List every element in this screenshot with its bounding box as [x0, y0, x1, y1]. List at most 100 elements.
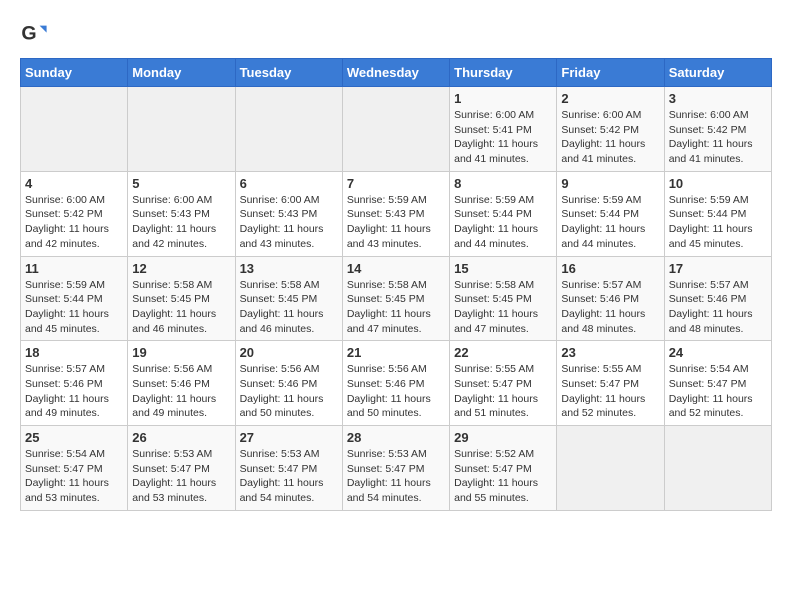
calendar-cell: 26Sunrise: 5:53 AM Sunset: 5:47 PM Dayli… — [128, 426, 235, 511]
calendar-cell: 7 Sunrise: 5:59 AM Sunset: 5:43 PM Daylig… — [342, 171, 449, 256]
day-number: 25 — [25, 430, 123, 445]
day-info: Sunrise: 6:00 AM Sunset: 5:43 PM Dayligh… — [240, 193, 338, 252]
calendar-cell: 16Sunrise: 5:57 AM Sunset: 5:46 PM Dayli… — [557, 256, 664, 341]
header: G — [20, 20, 772, 48]
calendar-cell — [664, 426, 771, 511]
day-info: Sunrise: 5:58 AM Sunset: 5:45 PM Dayligh… — [240, 278, 338, 337]
calendar-week-4: 18 Sunrise: 5:57 AM Sunset: 5:46 PM Dayli… — [21, 341, 772, 426]
calendar-cell: 6 Sunrise: 6:00 AM Sunset: 5:43 PM Daylig… — [235, 171, 342, 256]
day-info: Sunrise: 5:56 AM Sunset: 5:46 PM Dayligh… — [240, 362, 338, 421]
calendar-cell: 14 Sunrise: 5:58 AM Sunset: 5:45 PM Dayli… — [342, 256, 449, 341]
calendar-cell: 22Sunrise: 5:55 AM Sunset: 5:47 PM Dayli… — [450, 341, 557, 426]
logo-icon: G — [20, 20, 48, 48]
day-info: Sunrise: 5:58 AM Sunset: 5:45 PM Dayligh… — [132, 278, 230, 337]
day-info: Sunrise: 5:52 AM Sunset: 5:47 PM Dayligh… — [454, 447, 552, 506]
svg-text:G: G — [21, 23, 36, 45]
calendar-week-5: 25 Sunrise: 5:54 AM Sunset: 5:47 PM Dayli… — [21, 426, 772, 511]
weekday-header-saturday: Saturday — [664, 59, 771, 87]
day-number: 6 — [240, 176, 338, 191]
day-number: 19 — [132, 345, 230, 360]
day-number: 5 — [132, 176, 230, 191]
calendar-cell: 11Sunrise: 5:59 AM Sunset: 5:44 PM Dayli… — [21, 256, 128, 341]
day-info: Sunrise: 5:56 AM Sunset: 5:46 PM Dayligh… — [347, 362, 445, 421]
weekday-header-friday: Friday — [557, 59, 664, 87]
day-info: Sunrise: 5:57 AM Sunset: 5:46 PM Dayligh… — [561, 278, 659, 337]
day-info: Sunrise: 5:59 AM Sunset: 5:44 PM Dayligh… — [454, 193, 552, 252]
day-info: Sunrise: 5:55 AM Sunset: 5:47 PM Dayligh… — [454, 362, 552, 421]
calendar-cell: 12 Sunrise: 5:58 AM Sunset: 5:45 PM Dayli… — [128, 256, 235, 341]
calendar-cell: 9 Sunrise: 5:59 AM Sunset: 5:44 PM Daylig… — [557, 171, 664, 256]
day-number: 17 — [669, 261, 767, 276]
day-number: 9 — [561, 176, 659, 191]
day-info: Sunrise: 5:59 AM Sunset: 5:44 PM Dayligh… — [561, 193, 659, 252]
day-info: Sunrise: 5:54 AM Sunset: 5:47 PM Dayligh… — [25, 447, 123, 506]
day-number: 15 — [454, 261, 552, 276]
day-info: Sunrise: 6:00 AM Sunset: 5:41 PM Dayligh… — [454, 108, 552, 167]
calendar-cell: 27 Sunrise: 5:53 AM Sunset: 5:47 PM Dayli… — [235, 426, 342, 511]
calendar-cell: 1 Sunrise: 6:00 AM Sunset: 5:41 PM Daylig… — [450, 87, 557, 172]
calendar-cell — [342, 87, 449, 172]
day-info: Sunrise: 6:00 AM Sunset: 5:42 PM Dayligh… — [561, 108, 659, 167]
day-info: Sunrise: 6:00 AM Sunset: 5:43 PM Dayligh… — [132, 193, 230, 252]
day-number: 11 — [25, 261, 123, 276]
day-number: 18 — [25, 345, 123, 360]
day-info: Sunrise: 5:58 AM Sunset: 5:45 PM Dayligh… — [347, 278, 445, 337]
day-number: 23 — [561, 345, 659, 360]
calendar-cell: 8 Sunrise: 5:59 AM Sunset: 5:44 PM Daylig… — [450, 171, 557, 256]
calendar-cell: 18 Sunrise: 5:57 AM Sunset: 5:46 PM Dayli… — [21, 341, 128, 426]
weekday-header-monday: Monday — [128, 59, 235, 87]
day-info: Sunrise: 6:00 AM Sunset: 5:42 PM Dayligh… — [669, 108, 767, 167]
calendar-cell: 23 Sunrise: 5:55 AM Sunset: 5:47 PM Dayli… — [557, 341, 664, 426]
calendar-cell: 2 Sunrise: 6:00 AM Sunset: 5:42 PM Daylig… — [557, 87, 664, 172]
calendar-cell: 17 Sunrise: 5:57 AM Sunset: 5:46 PM Dayli… — [664, 256, 771, 341]
calendar-cell — [557, 426, 664, 511]
day-number: 29 — [454, 430, 552, 445]
day-number: 8 — [454, 176, 552, 191]
day-number: 13 — [240, 261, 338, 276]
logo: G — [20, 20, 52, 48]
day-info: Sunrise: 5:55 AM Sunset: 5:47 PM Dayligh… — [561, 362, 659, 421]
weekday-header-thursday: Thursday — [450, 59, 557, 87]
day-info: Sunrise: 5:54 AM Sunset: 5:47 PM Dayligh… — [669, 362, 767, 421]
day-number: 21 — [347, 345, 445, 360]
calendar-cell: 5 Sunrise: 6:00 AM Sunset: 5:43 PM Daylig… — [128, 171, 235, 256]
calendar-cell: 19 Sunrise: 5:56 AM Sunset: 5:46 PM Dayli… — [128, 341, 235, 426]
day-info: Sunrise: 5:58 AM Sunset: 5:45 PM Dayligh… — [454, 278, 552, 337]
calendar-cell: 10 Sunrise: 5:59 AM Sunset: 5:44 PM Dayli… — [664, 171, 771, 256]
calendar-table: SundayMondayTuesdayWednesdayThursdayFrid… — [20, 58, 772, 511]
calendar-cell: 13 Sunrise: 5:58 AM Sunset: 5:45 PM Dayli… — [235, 256, 342, 341]
day-number: 7 — [347, 176, 445, 191]
calendar-cell — [235, 87, 342, 172]
day-number: 4 — [25, 176, 123, 191]
weekday-header-row: SundayMondayTuesdayWednesdayThursdayFrid… — [21, 59, 772, 87]
day-info: Sunrise: 5:57 AM Sunset: 5:46 PM Dayligh… — [25, 362, 123, 421]
day-info: Sunrise: 5:59 AM Sunset: 5:44 PM Dayligh… — [669, 193, 767, 252]
day-number: 27 — [240, 430, 338, 445]
day-number: 2 — [561, 91, 659, 106]
day-number: 26 — [132, 430, 230, 445]
day-info: Sunrise: 5:53 AM Sunset: 5:47 PM Dayligh… — [240, 447, 338, 506]
day-number: 24 — [669, 345, 767, 360]
calendar-cell: 20 Sunrise: 5:56 AM Sunset: 5:46 PM Dayli… — [235, 341, 342, 426]
calendar-cell: 28Sunrise: 5:53 AM Sunset: 5:47 PM Dayli… — [342, 426, 449, 511]
day-info: Sunrise: 5:56 AM Sunset: 5:46 PM Dayligh… — [132, 362, 230, 421]
calendar-cell: 4 Sunrise: 6:00 AM Sunset: 5:42 PM Daylig… — [21, 171, 128, 256]
calendar-cell — [21, 87, 128, 172]
day-number: 1 — [454, 91, 552, 106]
calendar-week-3: 11Sunrise: 5:59 AM Sunset: 5:44 PM Dayli… — [21, 256, 772, 341]
day-number: 10 — [669, 176, 767, 191]
day-info: Sunrise: 6:00 AM Sunset: 5:42 PM Dayligh… — [25, 193, 123, 252]
day-info: Sunrise: 5:57 AM Sunset: 5:46 PM Dayligh… — [669, 278, 767, 337]
weekday-header-sunday: Sunday — [21, 59, 128, 87]
day-number: 20 — [240, 345, 338, 360]
calendar-cell: 21 Sunrise: 5:56 AM Sunset: 5:46 PM Dayli… — [342, 341, 449, 426]
calendar-week-1: 1 Sunrise: 6:00 AM Sunset: 5:41 PM Daylig… — [21, 87, 772, 172]
calendar-week-2: 4 Sunrise: 6:00 AM Sunset: 5:42 PM Daylig… — [21, 171, 772, 256]
calendar-cell — [128, 87, 235, 172]
calendar-cell: 29 Sunrise: 5:52 AM Sunset: 5:47 PM Dayli… — [450, 426, 557, 511]
day-info: Sunrise: 5:59 AM Sunset: 5:43 PM Dayligh… — [347, 193, 445, 252]
day-number: 12 — [132, 261, 230, 276]
day-number: 14 — [347, 261, 445, 276]
day-number: 3 — [669, 91, 767, 106]
calendar-cell: 3 Sunrise: 6:00 AM Sunset: 5:42 PM Daylig… — [664, 87, 771, 172]
